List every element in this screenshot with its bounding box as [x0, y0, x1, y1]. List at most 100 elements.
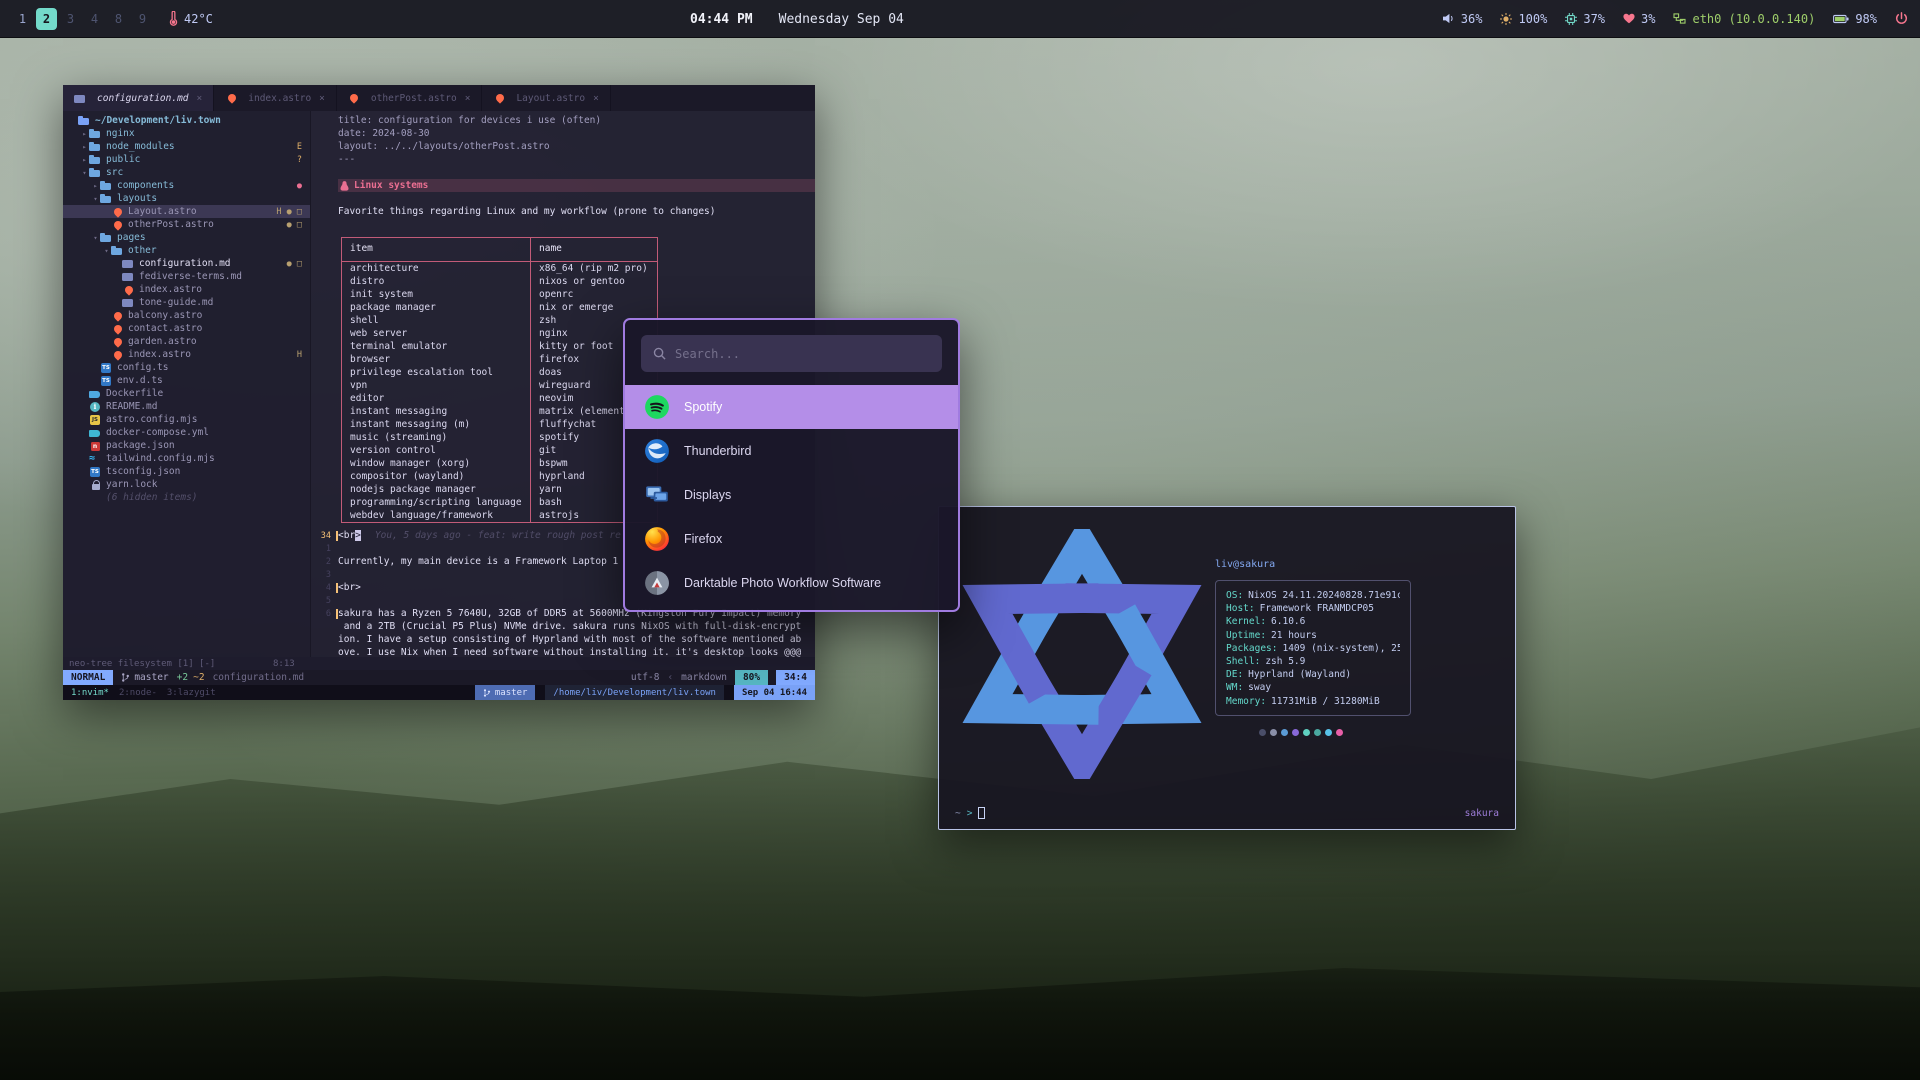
file-icon [493, 92, 506, 104]
file-icon [89, 466, 102, 478]
shell-prompt[interactable]: ~ > [955, 807, 985, 819]
workspace-button[interactable]: 4 [84, 8, 105, 30]
editor-tab[interactable]: configuration.md × [63, 85, 214, 111]
color-swatch [1270, 729, 1277, 736]
file-icon [89, 440, 102, 452]
file-icon [89, 427, 102, 439]
separator-icon: ‹ [667, 672, 673, 683]
table-row: nodejs package manageryarn [342, 483, 658, 496]
file-icon [111, 219, 124, 231]
statusline-filename: configuration.md [213, 672, 305, 683]
fastfetch-terminal-window[interactable]: liv@sakura OS: NixOS 24.11.20240828.71e9… [938, 506, 1516, 830]
tree-item[interactable]: configuration.md ● □ [63, 257, 310, 270]
tree-item[interactable]: astro.config.mjs [63, 413, 310, 426]
clock: 04:44 PM Wednesday Sep 04 [690, 0, 904, 38]
file-icon [89, 154, 102, 166]
tree-item[interactable]: fediverse-terms.md [63, 270, 310, 283]
file-icon [111, 245, 124, 257]
buffer-line: ion. I have a setup consisting of Hyprla… [311, 633, 815, 646]
tree-item[interactable]: config.ts [63, 361, 310, 374]
text-cursor: > [355, 530, 361, 541]
tree-item[interactable]: env.d.ts [63, 374, 310, 387]
tree-item[interactable]: ~/Development/liv.town [63, 114, 310, 127]
tree-item[interactable]: ▸ components ● [63, 179, 310, 192]
tree-item[interactable]: Layout.astro H ● □ [63, 205, 310, 218]
tree-item[interactable]: README.md [63, 400, 310, 413]
tree-item[interactable]: balcony.astro [63, 309, 310, 322]
tree-item[interactable]: ▸ node_modules E [63, 140, 310, 153]
color-swatch [1259, 729, 1266, 736]
neotree-cursor-position: 8:13 [273, 659, 295, 669]
editor-tab[interactable]: otherPost.astro × [337, 85, 483, 111]
buffer-line: ove. I use Nix when I need software with… [311, 646, 815, 657]
search-input[interactable] [675, 347, 930, 361]
thermometer-icon [169, 11, 178, 26]
tree-item[interactable]: ▸ nginx [63, 127, 310, 140]
tree-item[interactable]: ▸ public ? [63, 153, 310, 166]
file-icon [89, 453, 102, 465]
launcher-search-box[interactable] [641, 335, 942, 372]
file-icon [89, 141, 102, 153]
launcher-item-spotify[interactable]: Spotify [625, 385, 958, 429]
launcher-item-displays[interactable]: Displays [625, 473, 958, 517]
tab-close-icon[interactable]: × [319, 93, 325, 104]
launcher-item-firefox[interactable]: Firefox [625, 517, 958, 561]
workspace-button[interactable]: 3 [60, 8, 81, 30]
table-row: music (streaming)spotify [342, 431, 658, 444]
launcher-item-darktable[interactable]: Darktable Photo Workflow Software [625, 561, 958, 605]
tmux-window-3[interactable]: 3:lazygit [167, 688, 216, 698]
tab-close-icon[interactable]: × [593, 93, 599, 104]
tmux-clock: Sep 04 16:44 [734, 685, 815, 700]
workspace-button[interactable]: 8 [108, 8, 129, 30]
fetch-info-line: Shell: zsh 5.9 [1226, 655, 1400, 668]
fetch-info-line: Host: Framework FRANMDCP05 [1226, 602, 1400, 615]
tree-item[interactable]: tone-guide.md [63, 296, 310, 309]
tree-item[interactable]: (6 hidden items) [63, 491, 310, 504]
file-icon [100, 375, 113, 387]
tree-item[interactable]: index.astro [63, 283, 310, 296]
git-status-badge: ● [297, 181, 310, 191]
tree-item[interactable]: otherPost.astro ● □ [63, 218, 310, 231]
editor-tab[interactable]: index.astro × [214, 85, 337, 111]
tree-item[interactable]: package.json [63, 439, 310, 452]
tree-item[interactable]: index.astro H [63, 348, 310, 361]
search-icon [653, 347, 666, 360]
network-icon [1673, 13, 1686, 24]
power-button[interactable] [1895, 12, 1908, 25]
tree-item[interactable]: ▾ src [63, 166, 310, 179]
tab-close-icon[interactable]: × [465, 93, 471, 104]
fetch-info-line: Kernel: 6.10.6 [1226, 615, 1400, 628]
tree-item[interactable]: garden.astro [63, 335, 310, 348]
tree-item[interactable]: ▾ pages [63, 231, 310, 244]
workspace-button[interactable]: 9 [132, 8, 153, 30]
workspace-button[interactable]: 1 [12, 8, 33, 30]
tree-item[interactable]: docker-compose.yml [63, 426, 310, 439]
workspace-switcher: 1 2 3 4 8 9 [12, 8, 153, 30]
terminal-cursor [978, 807, 985, 819]
darktable-icon [644, 570, 670, 596]
workspace-button[interactable]: 2 [36, 8, 57, 30]
tree-item[interactable]: Dockerfile [63, 387, 310, 400]
tab-close-icon[interactable]: × [197, 93, 203, 104]
tree-item[interactable]: tailwind.config.mjs [63, 452, 310, 465]
tree-item[interactable]: tsconfig.json [63, 465, 310, 478]
table-row: instant messagingmatrix (element [342, 405, 658, 418]
heart-icon [1623, 13, 1635, 24]
color-swatch [1303, 729, 1310, 736]
launcher-item-thunderbird[interactable]: Thunderbird [625, 429, 958, 473]
git-status-badge: ? [297, 155, 310, 165]
displays-icon [644, 482, 670, 508]
editor-tab[interactable]: Layout.astro × [482, 85, 610, 111]
tree-item[interactable]: contact.astro [63, 322, 310, 335]
tree-item[interactable]: ▾ layouts [63, 192, 310, 205]
tree-item[interactable]: yarn.lock [63, 478, 310, 491]
fetch-title: liv@sakura [1215, 559, 1501, 570]
file-icon [89, 167, 102, 179]
tree-item[interactable]: ▾ other [63, 244, 310, 257]
tmux-git-branch: master [475, 685, 536, 700]
markdown-table: item name architecturex86_64 (rip m2 pro… [341, 237, 658, 523]
fetch-info-line: OS: NixOS 24.11.20240828.71e91c4 (Vicuna… [1226, 589, 1400, 602]
power-icon [1895, 12, 1908, 25]
tmux-window-1[interactable]: 1:nvim* [71, 688, 109, 698]
tmux-window-2[interactable]: 2:node- [119, 688, 157, 698]
